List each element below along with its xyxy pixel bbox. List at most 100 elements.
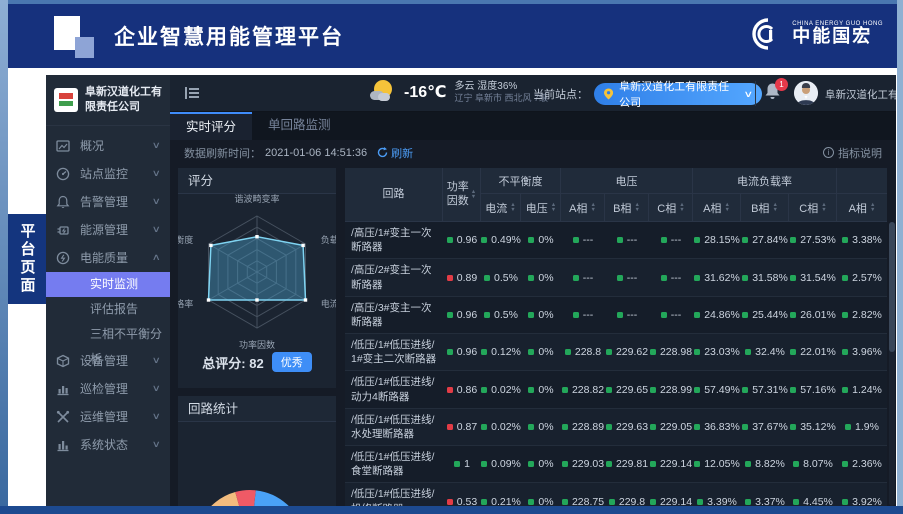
chevron-down-icon: ∨ bbox=[152, 140, 161, 151]
status-dot bbox=[573, 237, 579, 243]
table-scrollbar[interactable] bbox=[889, 222, 895, 506]
table-row[interactable]: /高压/3#变主一次断路器0.960.5%0%---------24.86%25… bbox=[345, 297, 887, 334]
status-dot bbox=[842, 275, 848, 281]
tab-single-circuit[interactable]: 单回路监测 bbox=[252, 112, 347, 140]
sidebar-item-站点监控[interactable]: 站点监控∨ bbox=[46, 160, 170, 188]
chevron-down-icon: ∨ bbox=[744, 89, 754, 100]
sidebar-item-label: 能源管理 bbox=[80, 221, 153, 238]
table-cell: 1 bbox=[443, 446, 481, 482]
table-cell: 229.63 bbox=[605, 409, 649, 445]
table-cell: 32.4% bbox=[741, 334, 789, 370]
sidebar-item-label: 概况 bbox=[80, 137, 153, 154]
col-load-a[interactable]: A相▲▼ bbox=[693, 194, 741, 221]
status-dot bbox=[790, 349, 796, 355]
table-cell: 2.57% bbox=[837, 259, 887, 295]
banner-logo-square2-icon bbox=[75, 37, 94, 58]
col-load-b[interactable]: B相▲▼ bbox=[741, 194, 789, 221]
table-cell: 0.5% bbox=[481, 297, 521, 333]
table-row[interactable]: /低压/1#低压进线/动力4断路器0.860.02%0%228.82229.65… bbox=[345, 371, 887, 408]
chevron-down-icon: ∨ bbox=[152, 383, 161, 394]
sidebar-item-系统状态[interactable]: 系统状态∨ bbox=[46, 431, 170, 459]
status-dot bbox=[528, 461, 534, 467]
weather-icon bbox=[370, 79, 396, 105]
table-cell: 0% bbox=[521, 334, 561, 370]
table-cell: 37.67% bbox=[741, 409, 789, 445]
table-cell: 0.02% bbox=[481, 409, 521, 445]
status-dot bbox=[745, 461, 751, 467]
sidebar-item-运维管理[interactable]: 运维管理∨ bbox=[46, 403, 170, 431]
status-dot bbox=[447, 312, 453, 318]
table-row[interactable]: /低压/1#低压进线/水处理断路器0.870.02%0%228.89229.63… bbox=[345, 409, 887, 446]
col-voltage-b[interactable]: B相▲▼ bbox=[605, 194, 649, 221]
sidebar-subitem-实时监测[interactable]: 实时监测 bbox=[46, 272, 170, 297]
sidebar-item-概况[interactable]: 概况∨ bbox=[46, 132, 170, 160]
sidebar-subitem-评估报告[interactable]: 评估报告 bbox=[46, 297, 170, 322]
sidebar-item-label: 运维管理 bbox=[80, 408, 153, 425]
brand: CHINA ENERGY GUO HONG 中能国宏 bbox=[750, 16, 883, 52]
status-dot bbox=[528, 237, 534, 243]
status-dot bbox=[447, 499, 453, 505]
status-dot bbox=[481, 349, 487, 355]
svg-text:电流平衡: 电流平衡 bbox=[321, 298, 336, 309]
sidebar-item-label: 巡检管理 bbox=[80, 380, 153, 397]
col-voltage-c[interactable]: C相▲▼ bbox=[649, 194, 693, 221]
table-cell: 2.36% bbox=[837, 446, 887, 482]
table-row[interactable]: /低压/1#低压进线/食堂断路器10.09%0%229.03229.81229.… bbox=[345, 446, 887, 483]
table-cell: 0.87 bbox=[443, 409, 481, 445]
sidebar-item-告警管理[interactable]: 告警管理∨ bbox=[46, 188, 170, 216]
radar-chart: 谐波畸变率负载率电流平衡功率因数合格率不平衡度 bbox=[178, 194, 336, 357]
col-unbalance-current[interactable]: 电流▲▼ bbox=[481, 194, 521, 221]
col-last-a[interactable]: A相▲▼ bbox=[837, 194, 887, 221]
refresh-button[interactable]: 刷新 bbox=[377, 145, 413, 161]
table-cell: 1.24% bbox=[837, 371, 887, 407]
status-dot bbox=[447, 387, 453, 393]
col-circuit[interactable]: 回路 bbox=[345, 168, 443, 222]
table-row[interactable]: /高压/1#变主一次断路器0.960.49%0%---------28.15%2… bbox=[345, 222, 887, 259]
status-dot bbox=[742, 387, 748, 393]
station-dropdown[interactable]: 阜新汉道化工有限责任公司 ∨ bbox=[594, 83, 762, 105]
avatar[interactable] bbox=[794, 81, 818, 105]
tab-realtime-score[interactable]: 实时评分 bbox=[170, 112, 252, 140]
table-row[interactable]: /低压/1#低压进线/机修断路器0.530.21%0%228.75229.822… bbox=[345, 483, 887, 506]
table-cell: 0% bbox=[521, 297, 561, 333]
sidebar-subitem-三相不平衡分析[interactable]: 三相不平衡分析 bbox=[46, 322, 170, 347]
status-dot bbox=[845, 424, 851, 430]
temperature: -16℃ bbox=[404, 82, 447, 102]
table-cell: 0.96 bbox=[443, 222, 481, 258]
status-dot bbox=[606, 424, 612, 430]
table-cell: --- bbox=[605, 222, 649, 258]
table-cell: 57.31% bbox=[741, 371, 789, 407]
table-cell: 27.84% bbox=[741, 222, 789, 258]
circuit-stats-panel: 回路统计 bbox=[178, 396, 336, 506]
sidebar-item-电能质量[interactable]: 电能质量∧ bbox=[46, 244, 170, 272]
table-row[interactable]: /高压/2#变主一次断路器0.890.5%0%---------31.62%31… bbox=[345, 259, 887, 296]
weather-widget: -16℃ 多云 湿度36% 辽宁 阜新市 西北风 7级 bbox=[370, 79, 548, 105]
table-cell: --- bbox=[561, 259, 605, 295]
table-cell: 0.53 bbox=[443, 483, 481, 506]
sidebar-item-巡检管理[interactable]: 巡检管理∨ bbox=[46, 375, 170, 403]
notification-bell[interactable]: 1 bbox=[764, 82, 786, 104]
status-dot bbox=[562, 424, 568, 430]
col-power-factor[interactable]: 功率因数▲▼ bbox=[443, 168, 481, 222]
table-cell: 0% bbox=[521, 222, 561, 258]
table-cell: 0.12% bbox=[481, 334, 521, 370]
table-cell: 23.03% bbox=[693, 334, 741, 370]
col-voltage-a[interactable]: A相▲▼ bbox=[561, 194, 605, 221]
table-row[interactable]: /低压/1#低压进线/1#变主二次断路器0.960.12%0%228.8229.… bbox=[345, 334, 887, 371]
table-cell: 2.82% bbox=[837, 297, 887, 333]
status-dot bbox=[842, 499, 848, 505]
collapse-sidebar-icon[interactable] bbox=[184, 85, 200, 101]
info-icon: i bbox=[823, 147, 834, 158]
table-cell: 228.8 bbox=[561, 334, 605, 370]
indicator-help[interactable]: i 指标说明 bbox=[823, 145, 882, 161]
banner: 企业智慧用能管理平台 CHINA ENERGY GUO HONG 中能国宏 bbox=[8, 4, 897, 68]
col-load-c[interactable]: C相▲▼ bbox=[789, 194, 837, 221]
status-dot bbox=[694, 387, 700, 393]
status-dot bbox=[481, 461, 487, 467]
sidebar-item-设备管理[interactable]: 设备管理∨ bbox=[46, 347, 170, 375]
table-cell: 3.39% bbox=[693, 483, 741, 506]
scrollbar-thumb[interactable] bbox=[889, 222, 895, 352]
col-unbalance-voltage[interactable]: 电压▲▼ bbox=[521, 194, 561, 221]
sidebar-item-能源管理[interactable]: 能源管理∨ bbox=[46, 216, 170, 244]
sidebar-item-label: 设备管理 bbox=[80, 352, 153, 369]
